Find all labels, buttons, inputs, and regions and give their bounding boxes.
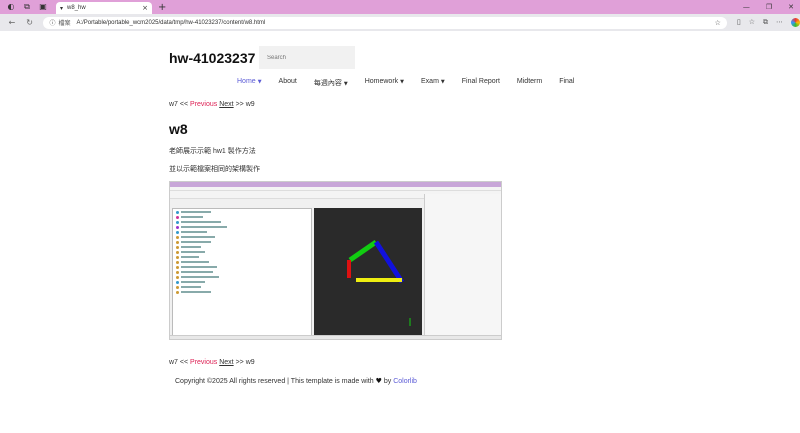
browser-toolbar: ← ↻ ⓘ 檔案 A:/Portable/portable_wcm2025/da… — [0, 14, 800, 31]
menu-item-label: Home — [237, 78, 256, 85]
search-input[interactable] — [259, 46, 355, 69]
screenshot-scene-tree — [172, 208, 312, 336]
favorite-star-icon[interactable]: ☆ — [715, 19, 721, 27]
browser-tab[interactable]: ▾ w8_hw × — [56, 2, 152, 14]
pager-prev-page: w7 — [169, 101, 178, 108]
address-url[interactable]: A:/Portable/portable_wcm2025/data/tmp/hw… — [76, 20, 714, 26]
pager-suffix: >> — [233, 359, 246, 366]
pager-bottom: w7 << Previous Next >> w9 — [169, 359, 255, 366]
pager-next-page: w9 — [245, 359, 255, 366]
browser-tab-bar: ◐ ⧉ ▣ ▾ w8_hw × + — ❐ ✕ — [0, 0, 800, 14]
minimize-icon[interactable]: — — [743, 3, 750, 11]
close-tab-icon[interactable]: × — [142, 4, 148, 12]
menu-item-label: Midterm — [516, 78, 543, 85]
collections-icon[interactable]: ⧉ — [22, 2, 32, 12]
content-line-1: 老師展示示範 hw1 製作方法 — [169, 148, 256, 155]
window-controls: — ❐ ✕ — [743, 0, 794, 14]
address-bar[interactable]: ⓘ 檔案 A:/Portable/portable_wcm2025/data/t… — [43, 16, 727, 29]
menu-item-final-report[interactable]: Final Report — [462, 78, 500, 88]
menu-item-final[interactable]: Final — [559, 78, 574, 88]
favorites-icon[interactable]: ☆ — [749, 18, 755, 27]
footer-text: Copyright ©2025 All rights reserved | Th… — [175, 378, 374, 385]
menu-item-about[interactable]: About — [279, 78, 297, 88]
pager-next-page: w9 — [245, 101, 255, 108]
reload-icon[interactable]: ↻ — [24, 18, 36, 27]
menu-item-label: Final Report — [461, 78, 500, 85]
screenshot-3d-view — [314, 208, 422, 336]
tab-actions-icon[interactable]: ▣ — [38, 2, 48, 12]
chevron-down-icon: ▼ — [440, 79, 445, 85]
demo-screenshot-image — [169, 181, 502, 340]
page-favicon-icon: ▾ — [60, 4, 64, 12]
address-security-label: 檔案 — [58, 21, 71, 27]
info-icon[interactable]: ⓘ — [49, 18, 55, 27]
next-link[interactable]: Next — [219, 101, 233, 108]
close-window-icon[interactable]: ✕ — [788, 3, 794, 11]
chevron-down-icon: ▼ — [400, 79, 405, 85]
new-tab-icon[interactable]: + — [158, 2, 166, 13]
menu-item-label: Exam — [421, 78, 439, 85]
menu-item-exam[interactable]: Exam ▼ — [421, 78, 445, 88]
pager-prefix: << — [177, 359, 191, 366]
more-icon[interactable]: ⋯ — [776, 18, 783, 27]
screenshot-statusbar — [170, 335, 501, 339]
menu-item-label: Homework — [364, 78, 399, 85]
colorlib-link[interactable]: Colorlib — [393, 378, 417, 385]
pager-suffix: >> — [233, 101, 246, 108]
previous-link[interactable]: Previous — [190, 101, 217, 108]
restore-icon[interactable]: ❐ — [766, 3, 772, 11]
menu-item-home[interactable]: Home ▼ — [237, 78, 262, 88]
pager-prefix: << — [177, 101, 191, 108]
next-link[interactable]: Next — [219, 359, 233, 366]
profile-icon[interactable]: ◐ — [6, 2, 16, 12]
extensions-icon[interactable]: ⧉ — [763, 18, 768, 27]
menu-item-label: About — [278, 78, 297, 85]
browser-right-tools: ▯ ☆ ⧉ ⋯ — [737, 18, 800, 27]
chevron-down-icon: ▼ — [257, 79, 262, 85]
site-title[interactable]: hw-41023237 — [169, 50, 255, 66]
previous-link[interactable]: Previous — [190, 359, 217, 366]
menu-item-weekly[interactable]: 每週內容 ▼ — [314, 78, 348, 88]
footer-by: by — [381, 378, 394, 385]
footer: Copyright ©2025 All rights reserved | Th… — [175, 377, 417, 385]
split-screen-icon[interactable]: ▯ — [737, 18, 741, 27]
tab-title: w8_hw — [67, 5, 86, 11]
menu-item-label: 每週內容 — [313, 80, 342, 87]
chevron-down-icon: ▼ — [343, 81, 348, 87]
content-line-2: 並以示範檔案相同的架構製作 — [169, 166, 260, 173]
screenshot-properties-panel — [424, 194, 501, 336]
copilot-icon[interactable] — [791, 18, 800, 27]
menu-item-label: Final — [559, 78, 575, 85]
pager-prev-page: w7 — [169, 359, 178, 366]
main-menu: Home ▼ About 每週內容 ▼ Homework ▼ Exam ▼ Final … — [237, 78, 591, 88]
menu-item-homework[interactable]: Homework ▼ — [365, 78, 404, 88]
back-icon[interactable]: ← — [6, 18, 18, 27]
menu-item-midterm[interactable]: Midterm — [517, 78, 542, 88]
page-heading: w8 — [169, 121, 188, 137]
pager-top: w7 << Previous Next >> w9 — [169, 101, 255, 108]
